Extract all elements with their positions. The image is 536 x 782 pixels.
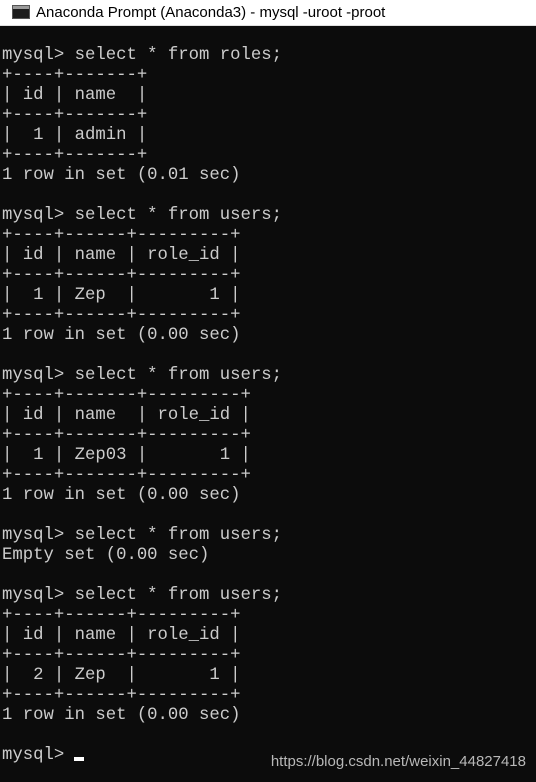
table-row: | 1 | Zep | 1 | bbox=[2, 286, 241, 305]
title-bar[interactable]: Anaconda Prompt (Anaconda3) - mysql -uro… bbox=[0, 0, 536, 26]
table-border: +----+------+---------+ bbox=[2, 266, 241, 285]
table-border: +----+------+---------+ bbox=[2, 606, 241, 625]
window-title: Anaconda Prompt (Anaconda3) - mysql -uro… bbox=[36, 4, 386, 21]
console-icon bbox=[12, 5, 30, 19]
prompt-line: mysql> select * from users; bbox=[2, 586, 283, 605]
table-header-row: | id | name | role_id | bbox=[2, 246, 241, 265]
table-border: +----+------+---------+ bbox=[2, 226, 241, 245]
active-prompt[interactable]: mysql> bbox=[2, 746, 85, 766]
table-border: +----+------+---------+ bbox=[2, 306, 241, 325]
result-summary: Empty set (0.00 sec) bbox=[2, 546, 210, 565]
table-row: | 1 | Zep03 | 1 | bbox=[2, 446, 251, 465]
console-output[interactable]: mysql> select * from roles; +----+------… bbox=[0, 26, 536, 782]
result-summary: 1 row in set (0.00 sec) bbox=[2, 486, 241, 505]
table-row: | 2 | Zep | 1 | bbox=[2, 666, 241, 685]
table-row: | 1 | admin | bbox=[2, 126, 148, 145]
table-header-row: | id | name | role_id | bbox=[2, 626, 241, 645]
table-border: +----+-------+ bbox=[2, 106, 148, 125]
prompt-line: mysql> select * from users; bbox=[2, 206, 283, 225]
terminal-window: Anaconda Prompt (Anaconda3) - mysql -uro… bbox=[0, 0, 536, 782]
table-border: +----+-------+---------+ bbox=[2, 466, 251, 485]
result-summary: 1 row in set (0.00 sec) bbox=[2, 326, 241, 345]
watermark: https://blog.csdn.net/weixin_44827418 bbox=[270, 753, 526, 770]
table-border: +----+------+---------+ bbox=[2, 646, 241, 665]
prompt-line: mysql> select * from users; bbox=[2, 526, 283, 545]
result-summary: 1 row in set (0.00 sec) bbox=[2, 706, 241, 725]
result-summary: 1 row in set (0.01 sec) bbox=[2, 166, 241, 185]
table-border: +----+-------+---------+ bbox=[2, 386, 251, 405]
prompt-text: mysql> bbox=[2, 746, 65, 765]
table-header-row: | id | name | bbox=[2, 86, 148, 105]
table-border: +----+------+---------+ bbox=[2, 686, 241, 705]
table-border: +----+-------+---------+ bbox=[2, 426, 251, 445]
table-border: +----+-------+ bbox=[2, 146, 148, 165]
prompt-line: mysql> select * from roles; bbox=[2, 46, 283, 65]
prompt-line: mysql> select * from users; bbox=[2, 366, 283, 385]
table-header-row: | id | name | role_id | bbox=[2, 406, 251, 425]
table-border: +----+-------+ bbox=[2, 66, 148, 85]
text-cursor bbox=[74, 757, 85, 761]
